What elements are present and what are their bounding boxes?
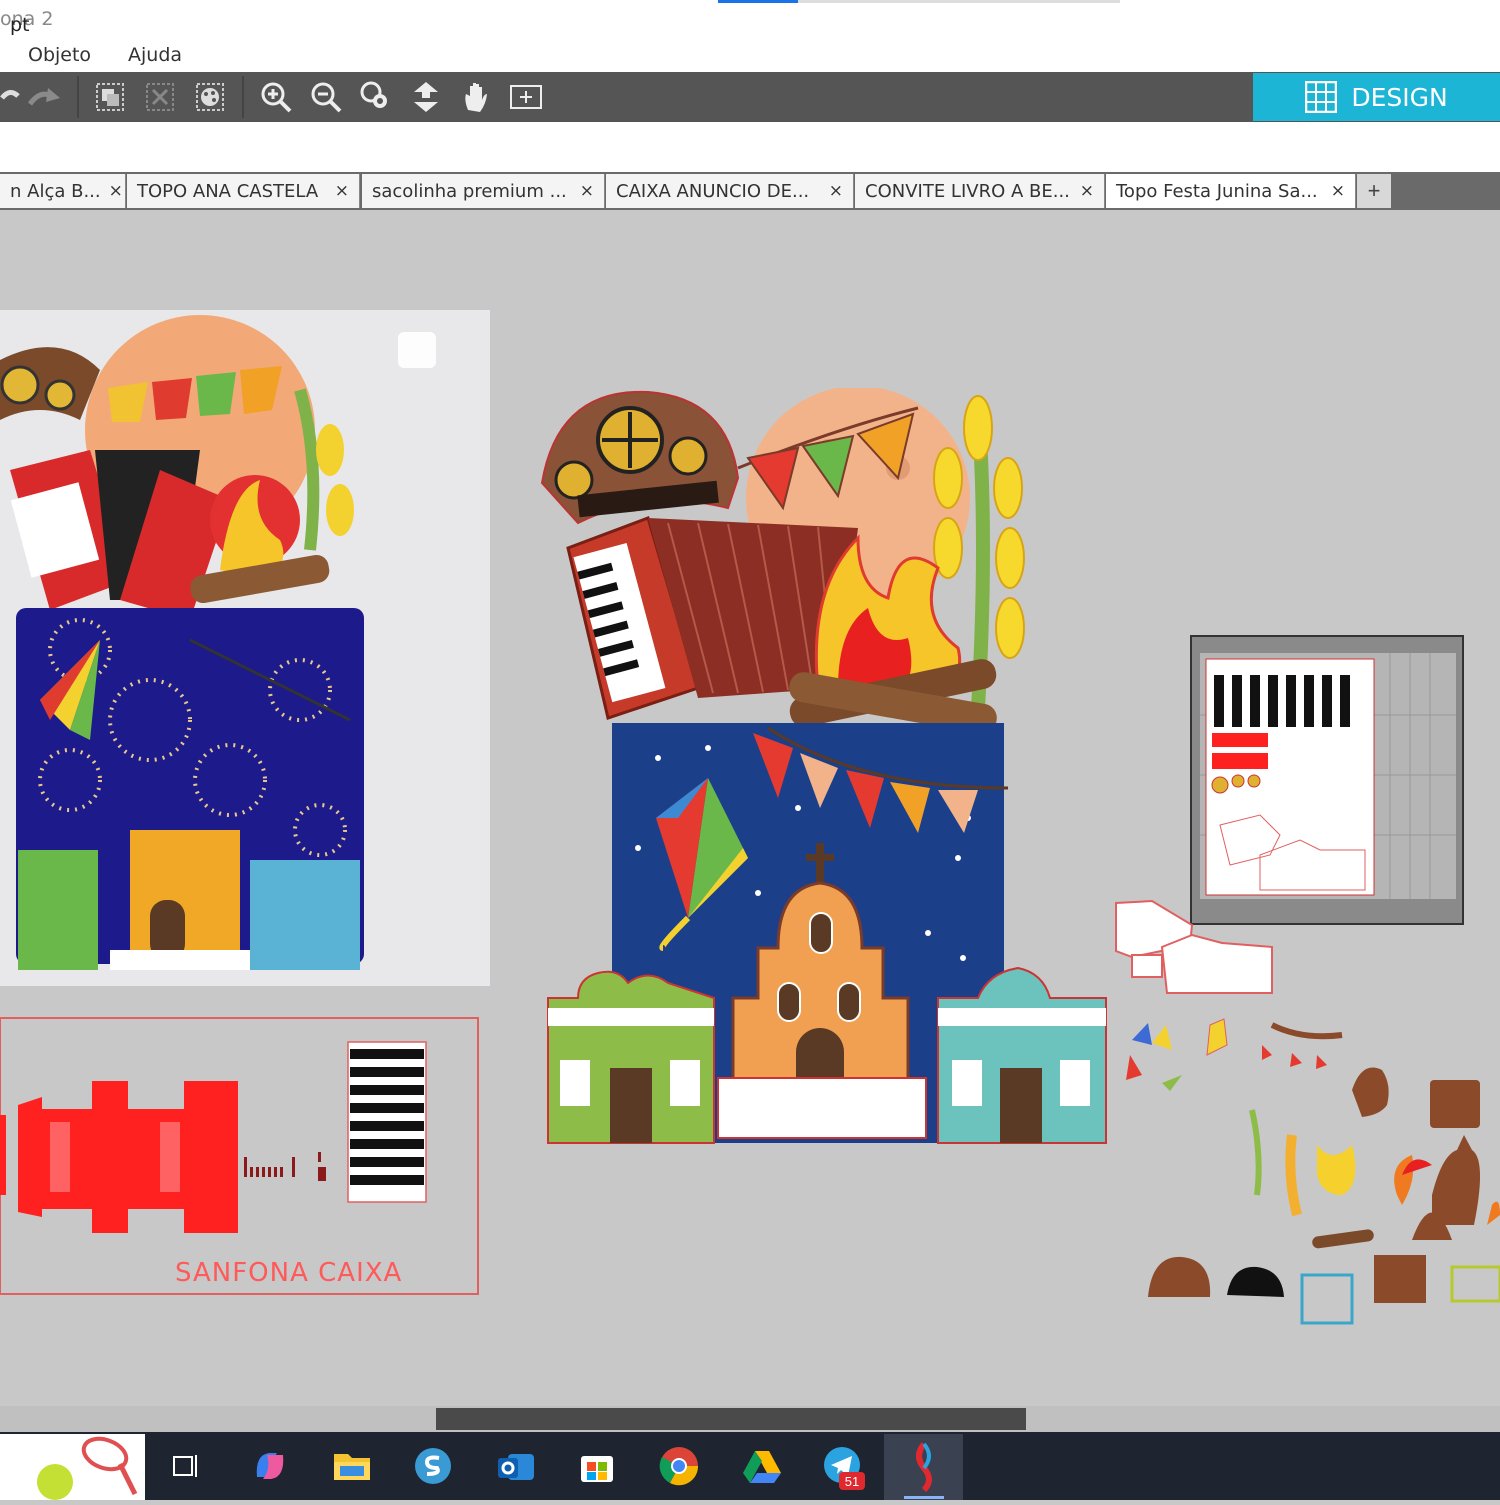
- telegram-badge: 51: [839, 1472, 865, 1490]
- doc-tab-label: TOPO ANA CASTELA: [137, 180, 319, 202]
- chrome-icon[interactable]: [657, 1444, 701, 1488]
- design-tab-button[interactable]: DESIGN: [1253, 73, 1500, 121]
- doc-tab[interactable]: sacolinha premium ... ×: [362, 174, 605, 208]
- close-icon[interactable]: ×: [1080, 181, 1094, 201]
- microsoft-store-icon[interactable]: [575, 1444, 619, 1488]
- replicate-icon[interactable]: [192, 80, 228, 114]
- silhouette-studio-icon[interactable]: [411, 1444, 455, 1488]
- pan-down-icon[interactable]: [408, 80, 444, 114]
- zoom-fit-icon[interactable]: [358, 80, 394, 114]
- title-bar: [0, 0, 1500, 40]
- doc-tab[interactable]: CAIXA ANUNCIO DE... ×: [606, 174, 854, 208]
- group-icon[interactable]: [92, 80, 128, 114]
- google-drive-icon[interactable]: [740, 1444, 784, 1488]
- doc-tab-label: CAIXA ANUNCIO DE...: [616, 180, 810, 202]
- add-tab-button[interactable]: +: [1357, 174, 1391, 208]
- festa-junina-cake-topper-design[interactable]: [538, 388, 1118, 1148]
- doc-tab[interactable]: CONVITE LIVRO A BE... ×: [855, 174, 1105, 208]
- doc-tab-label: CONVITE LIVRO A BE...: [865, 180, 1070, 202]
- sanfona-caixa-label: SANFONA CAIXA: [175, 1258, 403, 1288]
- close-icon[interactable]: ×: [335, 181, 349, 201]
- outlook-icon[interactable]: [494, 1444, 538, 1488]
- close-icon[interactable]: ×: [109, 181, 123, 201]
- sanfona-caixa-cut-layout[interactable]: [0, 1017, 480, 1295]
- title-tab-track: [798, 0, 1120, 3]
- doc-tab-label: sacolinha premium ...: [372, 180, 567, 202]
- silhouette-active-app[interactable]: [884, 1434, 963, 1500]
- loose-cut-pieces[interactable]: [1112, 895, 1500, 1330]
- doc-tab-label: Topo Festa Junina Sa...: [1116, 180, 1318, 202]
- hand-icon[interactable]: [458, 80, 494, 114]
- unit-label: pt: [10, 14, 30, 36]
- cut-mat-preview[interactable]: [1190, 635, 1464, 925]
- design-label: DESIGN: [1351, 82, 1448, 112]
- grid-icon: [1305, 81, 1338, 113]
- menu-ajuda[interactable]: Ajuda: [128, 44, 182, 66]
- doc-tab[interactable]: n Alça B... ×: [0, 174, 126, 208]
- zoom-out-icon[interactable]: [308, 80, 344, 114]
- scrollbar-thumb[interactable]: [436, 1408, 1026, 1430]
- ungroup-icon[interactable]: [142, 80, 178, 114]
- redo-icon[interactable]: [24, 80, 64, 114]
- title-tab-indicator: [718, 0, 798, 3]
- zoom-in-icon[interactable]: [258, 80, 294, 114]
- close-icon[interactable]: ×: [829, 181, 843, 201]
- copilot-icon[interactable]: [248, 1444, 292, 1488]
- close-icon[interactable]: ×: [1331, 181, 1345, 201]
- silhouette-cutter-icon: [904, 1442, 944, 1499]
- doc-tab-active[interactable]: Topo Festa Junina Sa... ×: [1106, 174, 1356, 208]
- fit-page-icon[interactable]: [508, 80, 544, 114]
- menu-bar: Objeto Ajuda: [0, 40, 1500, 72]
- task-view-icon[interactable]: [163, 1444, 207, 1488]
- toolbar-separator: [77, 76, 79, 118]
- menu-objeto[interactable]: Objeto: [28, 44, 91, 66]
- file-explorer-icon[interactable]: [330, 1444, 374, 1488]
- doc-tab-label: n Alça B...: [10, 180, 101, 202]
- tennis-widget-icon: [37, 1436, 138, 1500]
- reference-cake-photo[interactable]: [0, 310, 490, 986]
- undo-icon[interactable]: [0, 80, 20, 114]
- close-icon[interactable]: ×: [580, 181, 594, 201]
- widgets-tile[interactable]: [0, 1434, 145, 1500]
- toolbar-separator: [242, 76, 244, 118]
- options-bar: [0, 122, 1500, 172]
- doc-tab[interactable]: TOPO ANA CASTELA ×: [127, 174, 360, 208]
